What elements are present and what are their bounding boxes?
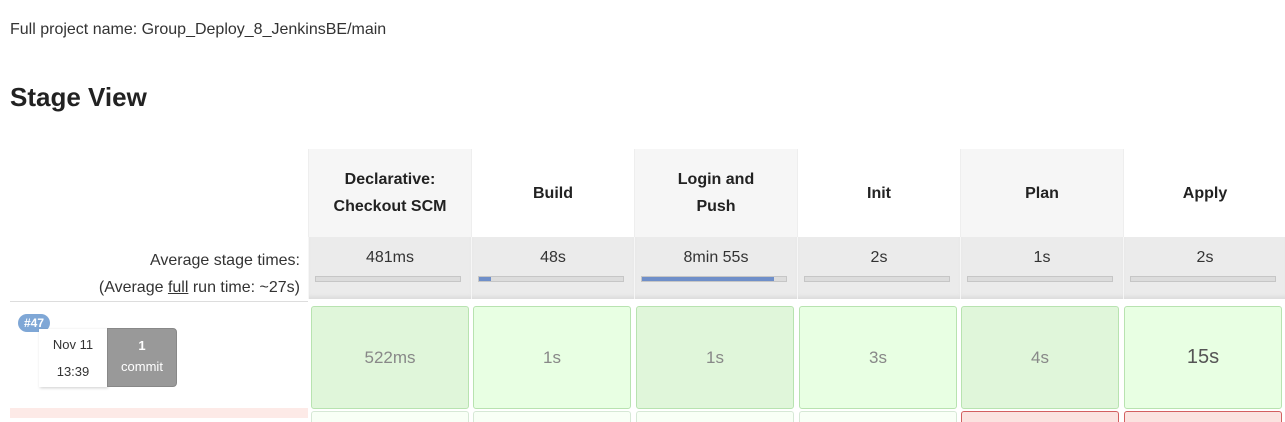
next-stage-cell-failed[interactable] bbox=[1124, 411, 1282, 422]
full-run-link[interactable]: full bbox=[168, 279, 188, 296]
run-time: 13:39 bbox=[56, 364, 90, 379]
project-full-name: Full project name: Group_Deploy_8_Jenkin… bbox=[10, 21, 387, 38]
avg-progress-bar bbox=[1130, 276, 1276, 282]
average-stage-times-label: Average stage times: bbox=[149, 252, 300, 269]
avg-time: 2s bbox=[1196, 249, 1214, 266]
stage-header-line1: Declarative: bbox=[344, 171, 436, 188]
avg-progress-fill bbox=[642, 277, 775, 281]
avg-progress-bar bbox=[478, 276, 624, 282]
avg-cell-login-and-push: 8min 55s bbox=[634, 237, 797, 299]
stage-result-cell[interactable]: 1s bbox=[473, 306, 631, 409]
avg-full-prefix: (Average bbox=[98, 279, 168, 296]
avg-cell-build: 48s bbox=[471, 237, 634, 299]
stage-header-line1: Plan bbox=[1025, 184, 1059, 202]
run-row-info: #47 Nov 11 13:39 1 commit bbox=[10, 301, 308, 407]
next-stage-cell[interactable] bbox=[311, 411, 469, 422]
stage-header-line1: Apply bbox=[1182, 184, 1228, 202]
avg-progress-bar bbox=[804, 276, 950, 282]
avg-cell-plan: 1s bbox=[960, 237, 1123, 299]
stage-result-cell[interactable]: 3s bbox=[799, 306, 957, 409]
stage-header-plan[interactable]: Plan bbox=[960, 149, 1123, 237]
stage-view-table: Average stage times: (Average full run t… bbox=[10, 149, 1285, 422]
stage-header-apply[interactable]: Apply bbox=[1123, 149, 1285, 237]
stage-header-line1: Build bbox=[533, 184, 573, 202]
avg-full-suffix: run time: ~27s) bbox=[188, 279, 300, 296]
next-run-row bbox=[10, 408, 308, 418]
avg-progress-fill bbox=[479, 277, 491, 281]
next-stage-cell-failed[interactable] bbox=[961, 411, 1119, 422]
avg-time: 48s bbox=[540, 249, 566, 266]
stage-header-line1: Login and bbox=[677, 171, 755, 188]
stage-header-declarative-checkout-scm[interactable]: Declarative: Checkout SCM bbox=[308, 149, 471, 237]
avg-time: 481ms bbox=[365, 249, 415, 266]
stage-header-login-and-push[interactable]: Login and Push bbox=[634, 149, 797, 237]
avg-time: 2s bbox=[870, 249, 888, 266]
run-date-box: Nov 11 13:39 bbox=[39, 329, 107, 387]
stage-result-cell[interactable]: 4s bbox=[961, 306, 1119, 409]
commit-label: commit bbox=[121, 359, 163, 374]
avg-progress-bar bbox=[641, 276, 787, 282]
stage-result-cell[interactable]: 522ms bbox=[311, 306, 469, 409]
stage-header-line2: Checkout SCM bbox=[333, 198, 447, 215]
next-stage-cell[interactable] bbox=[799, 411, 957, 422]
avg-progress-bar bbox=[967, 276, 1113, 282]
stage-header-line1: Init bbox=[867, 184, 891, 202]
avg-time: 1s bbox=[1033, 249, 1051, 266]
next-stage-cell[interactable] bbox=[473, 411, 631, 422]
stage-result-cell[interactable]: 15s bbox=[1124, 306, 1282, 409]
avg-cell-apply: 2s bbox=[1123, 237, 1285, 299]
commit-count: 1 bbox=[138, 338, 146, 353]
stage-result-cell[interactable]: 1s bbox=[636, 306, 794, 409]
next-stage-cell[interactable] bbox=[636, 411, 794, 422]
avg-cell-init: 2s bbox=[797, 237, 960, 299]
stage-header-init[interactable]: Init bbox=[797, 149, 960, 237]
avg-time: 8min 55s bbox=[683, 249, 749, 266]
stage-header-line2: Push bbox=[696, 198, 736, 215]
run-date: Nov 11 bbox=[52, 337, 94, 352]
average-times-labels: Average stage times: (Average full run t… bbox=[99, 247, 300, 301]
stage-header-build[interactable]: Build bbox=[471, 149, 634, 237]
avg-cell-declarative-checkout-scm: 481ms bbox=[308, 237, 471, 299]
avg-progress-bar bbox=[315, 276, 461, 282]
stage-view-title: Stage View bbox=[10, 82, 147, 112]
average-full-run-time: (Average full run time: ~27s) bbox=[99, 274, 300, 301]
commit-count-button[interactable]: 1 commit bbox=[107, 328, 177, 387]
